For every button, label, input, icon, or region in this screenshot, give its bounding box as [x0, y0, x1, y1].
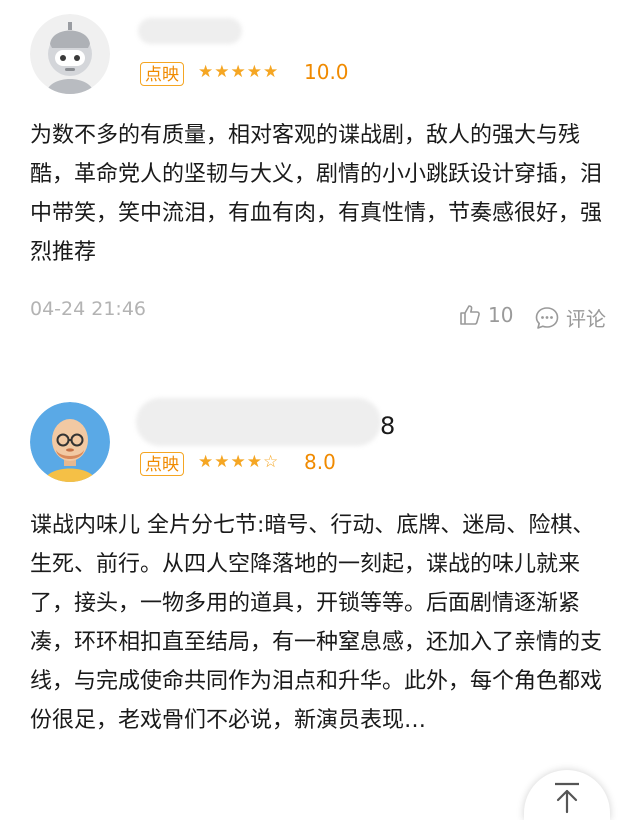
rating-stars: ★★★★★: [198, 62, 280, 82]
username-suffix: 8: [380, 412, 396, 440]
username-redacted[interactable]: [138, 18, 242, 44]
thumb-up-icon: [460, 305, 480, 325]
rating-score: 10.0: [304, 60, 349, 84]
rating-score: 8.0: [304, 450, 336, 474]
screening-badge: 点映: [140, 62, 184, 86]
review-text[interactable]: 谍战内味儿 全片分七节:暗号、行动、底牌、迷局、险棋、生死、前行。从四人空降落地…: [30, 506, 610, 806]
username-redacted[interactable]: [136, 398, 381, 446]
screening-badge: 点映: [140, 452, 184, 476]
comment-label: 评论: [566, 307, 606, 331]
review-text[interactable]: 为数不多的有质量，相对客观的谍战剧，敌人的强大与残酷，革命党人的坚韧与大义，剧情…: [30, 116, 610, 272]
like-count: 10: [488, 303, 514, 327]
like-button[interactable]: 10: [458, 303, 513, 327]
comment-bubble-icon: [535, 306, 559, 329]
review-timestamp: 04-24 21:46: [30, 298, 147, 320]
comment-button[interactable]: 评论: [534, 303, 606, 332]
arrow-up-icon: [555, 782, 579, 814]
rating-stars: ★★★★☆: [198, 452, 280, 472]
avatar-bald-glasses[interactable]: [30, 402, 110, 482]
avatar-robot[interactable]: [30, 14, 110, 94]
